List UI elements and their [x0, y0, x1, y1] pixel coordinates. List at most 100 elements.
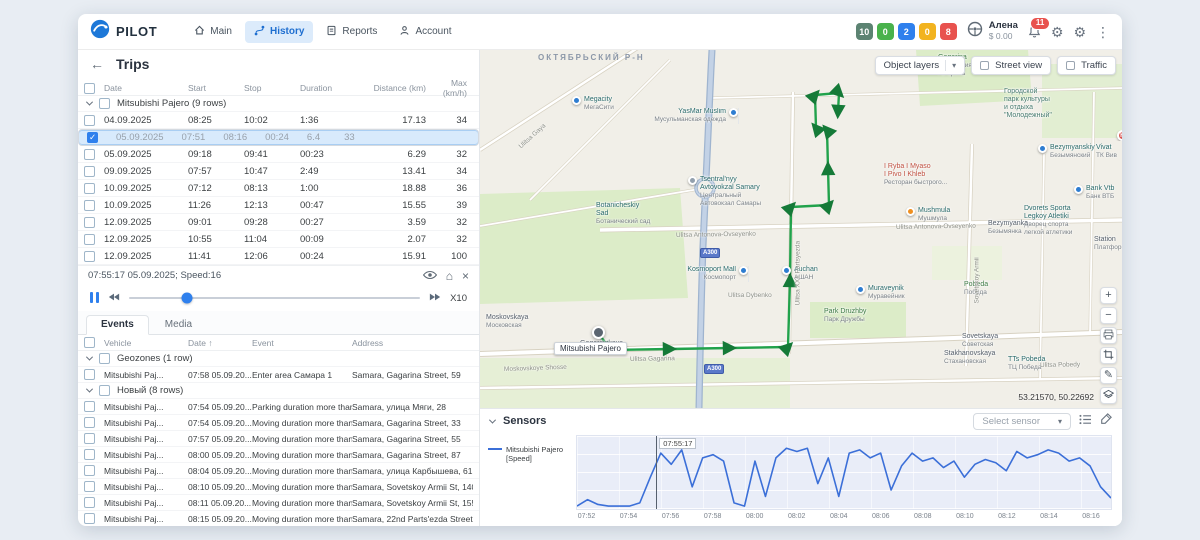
map-poi[interactable]: Городской парк культуры и отдыха "Молоде…	[1004, 88, 1052, 120]
event-row[interactable]: Mitsubishi Paj...08:00 05.09.20...Moving…	[78, 447, 479, 463]
tab-media[interactable]: Media	[151, 316, 206, 334]
object-layers-dropdown[interactable]: Object layers ▾	[875, 56, 965, 75]
trip-row[interactable]: 04.09.202508:2510:021:3617.1334	[78, 112, 479, 129]
playback-slider[interactable]	[129, 297, 420, 299]
event-checkbox[interactable]	[84, 465, 95, 476]
sensor-list-button[interactable]	[1079, 412, 1092, 430]
select-sensor-dropdown[interactable]: Select sensor ▾	[973, 413, 1071, 430]
layers-button[interactable]	[1100, 387, 1117, 404]
event-row[interactable]: Mitsubishi Paj...08:04 05.09.20...Moving…	[78, 463, 479, 479]
map-poi[interactable]: Park DruzhbyПарк Дружбы	[824, 308, 866, 324]
print-button[interactable]	[1100, 327, 1117, 344]
poi-marker-icon[interactable]	[1038, 144, 1047, 153]
event-checkbox[interactable]	[84, 497, 95, 508]
trip-row[interactable]: 05.09.202509:1809:4100:236.2932	[78, 146, 479, 163]
trip-checkbox[interactable]	[84, 217, 95, 228]
poi-marker-icon[interactable]	[688, 176, 697, 185]
map-poi[interactable]: BezymyanskiyБезымянский	[1038, 144, 1095, 160]
trip-checkbox[interactable]	[84, 115, 95, 126]
event-group-row[interactable]: Geozones (1 row)	[78, 351, 479, 367]
event-group-row[interactable]: Новый (8 rows)	[78, 383, 479, 399]
street-view-checkbox[interactable]	[980, 61, 989, 70]
trip-row[interactable]: 10.09.202511:2612:1300:4715.5539	[78, 197, 479, 214]
map-poi[interactable]: MuraveynikМуравейник	[856, 285, 905, 301]
map-poi[interactable]: Bank VtbБанк ВТБ	[1074, 185, 1114, 201]
zoom-in-button[interactable]: +	[1100, 287, 1117, 304]
traffic-checkbox[interactable]	[1066, 61, 1075, 70]
nav-main[interactable]: Main	[185, 21, 241, 43]
chevron-down-icon[interactable]	[86, 354, 93, 361]
speed-chart[interactable]: 07:55:17	[576, 435, 1112, 510]
notifications-bell[interactable]: 11	[1028, 24, 1041, 40]
select-all-events-checkbox[interactable]	[84, 337, 95, 348]
event-checkbox[interactable]	[84, 433, 95, 444]
event-row[interactable]: Mitsubishi Paj...07:54 05.09.20...Parkin…	[78, 399, 479, 415]
group-checkbox[interactable]	[99, 98, 110, 109]
map-poi[interactable]: Tsentral'nyy Avtovokzal SamaryЦентральны…	[688, 176, 761, 207]
poi-marker-icon[interactable]	[572, 96, 581, 105]
pause-button[interactable]	[90, 292, 99, 305]
group-checkbox[interactable]	[99, 353, 110, 364]
trip-row[interactable]: 12.09.202509:0109:2800:273.5932	[78, 214, 479, 231]
event-checkbox[interactable]	[84, 481, 95, 492]
playback-rate[interactable]: X10	[450, 293, 467, 304]
trip-checkbox[interactable]	[84, 149, 95, 160]
map-poi[interactable]: BezymyankaБезымянка	[988, 220, 1028, 236]
map-poi[interactable]: H	[727, 130, 1122, 141]
trip-row[interactable]: 12.09.202510:5511:0400:092.0732	[78, 231, 479, 248]
draw-button[interactable]: ✎	[1100, 367, 1117, 384]
kebab-menu[interactable]: ⋮	[1096, 25, 1110, 39]
chart-cursor-line[interactable]: 07:55:17	[656, 436, 657, 509]
tab-events[interactable]: Events	[86, 315, 149, 335]
trips-group-row[interactable]: Mitsubishi Pajero (9 rows)	[78, 96, 479, 112]
map-poi[interactable]: I Ryba I Myaso I Pivo I KhlebРесторан бы…	[884, 163, 947, 187]
map-poi[interactable]: VivatТК Вив	[1096, 144, 1117, 160]
map-poi[interactable]: SovetskayaСоветская	[962, 333, 998, 349]
map-poi[interactable]: MoskovskayaМосковская	[486, 314, 528, 330]
status-badge[interactable]: 8	[940, 23, 957, 40]
map-poi[interactable]: Botanicheskiy SadБотанический сад	[596, 202, 650, 226]
map-poi[interactable]: Kosmoport MallКосмопорт	[480, 266, 749, 282]
status-badge[interactable]: 10	[856, 23, 873, 40]
map-poi[interactable]: Dvorets Sporta Legkoy AtletikiДворец спо…	[1024, 205, 1072, 236]
group-checkbox[interactable]	[99, 385, 110, 396]
slider-handle[interactable]	[182, 293, 193, 304]
center-map-button[interactable]: ⌂	[446, 270, 453, 282]
map-poi[interactable]: StationПлатфор...	[1094, 236, 1122, 252]
poi-marker-icon[interactable]	[1074, 185, 1083, 194]
poi-marker-icon[interactable]	[856, 285, 865, 294]
zoom-out-button[interactable]: −	[1100, 307, 1117, 324]
event-row[interactable]: Mitsubishi Paj...07:57 05.09.20...Moving…	[78, 431, 479, 447]
trip-checkbox[interactable]	[87, 132, 98, 143]
trip-checkbox[interactable]	[84, 251, 95, 262]
status-badge[interactable]: 0	[877, 23, 894, 40]
select-all-trips-checkbox[interactable]	[84, 83, 95, 94]
map-poi[interactable]: StakhanovskayaСтахановская	[944, 350, 995, 366]
status-badge[interactable]: 2	[898, 23, 915, 40]
trip-checkbox[interactable]	[84, 166, 95, 177]
poi-marker-icon[interactable]	[782, 266, 791, 275]
trip-checkbox[interactable]	[84, 234, 95, 245]
nav-history[interactable]: History	[245, 21, 313, 43]
trip-row[interactable]: 10.09.202507:1208:131:0018.8836	[78, 180, 479, 197]
trip-row[interactable]: 05.09.202507:5108:1600:246.433	[78, 129, 479, 146]
event-row[interactable]: Mitsubishi Paj...07:58 05.09.20...Enter …	[78, 367, 479, 383]
chevron-down-icon[interactable]	[86, 386, 93, 393]
poi-marker-icon[interactable]	[906, 207, 915, 216]
trip-row[interactable]: 12.09.202511:4112:0600:2415.91100	[78, 248, 479, 265]
chevron-down-icon[interactable]	[86, 99, 93, 106]
back-button[interactable]: ←	[90, 56, 104, 72]
event-row[interactable]: Mitsubishi Paj...08:11 05.09.20...Moving…	[78, 495, 479, 511]
clear-chart-button[interactable]	[1100, 412, 1112, 430]
map[interactable]: MegacityМегаСитиYasMar MuslimМусульманск…	[480, 50, 1122, 408]
map-poi[interactable]: YasMar MuslimМусульманская одежда	[480, 108, 739, 124]
admin-gear[interactable]: ⚙	[1073, 25, 1086, 39]
trip-row[interactable]: 09.09.202507:5710:472:4913.4134	[78, 163, 479, 180]
event-checkbox[interactable]	[84, 449, 95, 460]
traffic-toggle[interactable]: Traffic	[1057, 56, 1116, 75]
forward-button[interactable]	[429, 292, 441, 304]
trip-checkbox[interactable]	[84, 183, 95, 194]
poi-marker-icon[interactable]	[739, 266, 748, 275]
area-select-button[interactable]	[1100, 347, 1117, 364]
map-poi[interactable]: MushmulaМушмула	[906, 207, 950, 223]
